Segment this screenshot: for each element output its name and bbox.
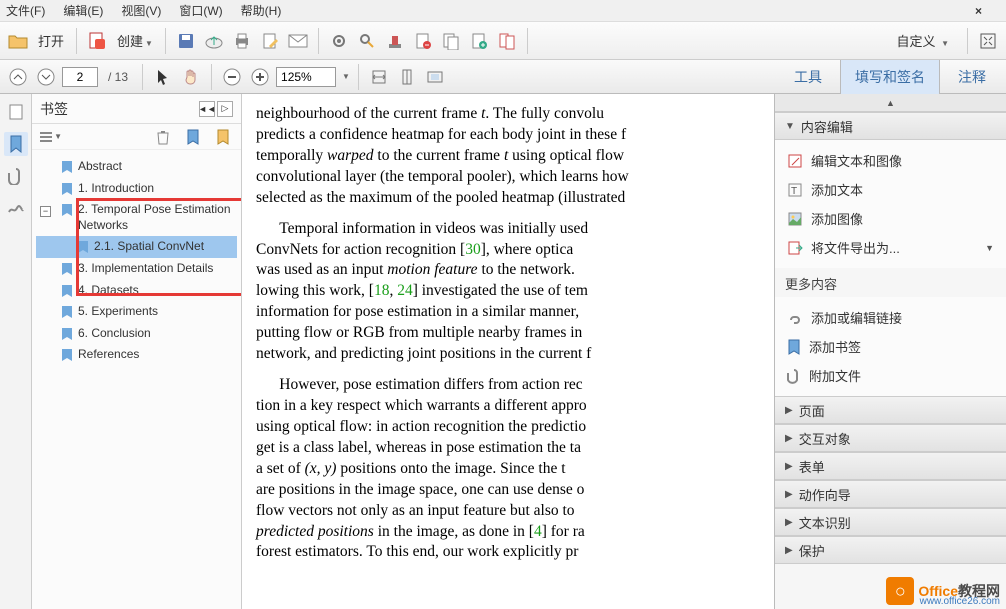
fit-width-icon[interactable] [367,65,391,89]
section-page[interactable]: ▶页面 [775,396,1006,424]
print-icon[interactable] [230,29,254,53]
bookmark-section-4[interactable]: 4. Datasets [36,280,237,302]
bookmark-next-icon[interactable]: ▷ [217,101,233,117]
hand-tool-icon[interactable] [179,65,203,89]
left-sidebar-strip [0,94,32,609]
page-down-icon[interactable] [34,65,58,89]
stamp-icon[interactable] [383,29,407,53]
gear-icon[interactable] [327,29,351,53]
page-add-icon[interactable] [467,29,491,53]
fullscreen-icon[interactable] [976,29,1000,53]
bookmark-references[interactable]: References [36,344,237,366]
zoom-dropdown-icon[interactable]: ▼ [342,72,350,81]
fit-page-icon[interactable] [395,65,419,89]
bookmark-expand-icon[interactable] [211,125,235,149]
customize-button[interactable]: 自定义 ▼ [886,31,959,50]
create-button[interactable]: 创建▼ [113,31,157,50]
attachments-panel-icon[interactable] [4,164,28,188]
menu-help[interactable]: 帮助(H) [241,2,282,19]
bookmark-abstract[interactable]: Abstract [36,156,237,178]
watermark-logo-icon: ○ [886,577,914,605]
more-content-label: 更多内容 [775,268,1006,297]
open-button[interactable]: 打开 [34,31,68,50]
section-text-recognition[interactable]: ▶文本识别 [775,508,1006,536]
page-delete-icon[interactable] [411,29,435,53]
menu-bar: 文件(F) 编辑(E) 视图(V) 窗口(W) 帮助(H) × [0,0,1006,22]
zoom-out-icon[interactable] [220,65,244,89]
menu-file[interactable]: 文件(F) [6,2,45,19]
section-content-edit[interactable]: ▼内容编辑 [775,112,1006,140]
menu-window[interactable]: 窗口(W) [179,2,222,19]
thumbnails-panel-icon[interactable] [4,100,28,124]
page-content: neighbourhood of the current frame t. Th… [242,94,774,609]
section-action-wizard[interactable]: ▶动作向导 [775,480,1006,508]
bookmark-section-2-1[interactable]: 2.1. Spatial ConvNet [36,236,237,258]
navigation-toolbar: / 13 ▼ 工具 填写和签名 注释 [0,60,1006,94]
main-area: 书签 ◄◄ ▷ ▼ Abstract 1. Introduction − 2. … [0,94,1006,609]
tools-panel: ▲ ▼内容编辑 编辑文本和图像 T添加文本 添加图像 将文件导出为...▼ 更多… [774,94,1006,609]
add-bookmark-button[interactable]: 添加书签 [775,332,1006,361]
page-total-label: / 13 [108,70,128,84]
bookmark-introduction[interactable]: 1. Introduction [36,178,237,200]
export-file-button[interactable]: 将文件导出为...▼ [775,233,1006,262]
bookmarks-tree: Abstract 1. Introduction − 2. Temporal P… [32,150,241,609]
add-link-button[interactable]: 添加或编辑链接 [775,303,1006,332]
bookmark-section-6[interactable]: 6. Conclusion [36,323,237,345]
create-pdf-icon[interactable] [85,29,109,53]
bookmark-prev-icon[interactable]: ◄◄ [199,101,215,117]
close-icon[interactable]: × [975,4,982,18]
bookmarks-panel-icon[interactable] [4,132,28,156]
menu-edit[interactable]: 编辑(E) [63,2,103,19]
svg-text:T: T [791,186,797,197]
main-toolbar: 打开 创建▼ 自定义 ▼ [0,22,1006,60]
bookmarks-title: 书签 [40,99,197,119]
save-icon[interactable] [174,29,198,53]
document-viewport[interactable]: neighbourhood of the current frame t. Th… [242,94,774,609]
edit-text-image-button[interactable]: 编辑文本和图像 [775,146,1006,175]
tab-tools[interactable]: 工具 [780,60,836,94]
panel-collapse-icon[interactable]: ▲ [775,94,1006,112]
tab-fill-sign[interactable]: 填写和签名 [840,60,940,94]
add-image-button[interactable]: 添加图像 [775,204,1006,233]
bookmark-section-5[interactable]: 5. Experiments [36,301,237,323]
gear-wrench-icon[interactable] [355,29,379,53]
select-tool-icon[interactable] [151,65,175,89]
zoom-in-icon[interactable] [248,65,272,89]
page-number-input[interactable] [62,67,98,87]
menu-view[interactable]: 视图(V) [121,2,161,19]
bookmarks-panel: 书签 ◄◄ ▷ ▼ Abstract 1. Introduction − 2. … [32,94,242,609]
section-protect[interactable]: ▶保护 [775,536,1006,564]
email-icon[interactable] [286,29,310,53]
bookmark-collapse-toggle[interactable]: − [40,206,51,217]
edit-page-icon[interactable] [258,29,282,53]
cloud-icon[interactable] [202,29,226,53]
add-text-button[interactable]: T添加文本 [775,175,1006,204]
bookmark-section-2[interactable]: 2. Temporal Pose Estimation Networks [36,199,237,236]
bookmark-options-icon[interactable]: ▼ [38,125,62,149]
open-file-icon[interactable] [6,29,30,53]
bookmarks-toolbar: ▼ [32,124,241,150]
attach-file-button[interactable]: 附加文件 [775,361,1006,390]
page-compare-icon[interactable] [495,29,519,53]
signatures-panel-icon[interactable] [4,196,28,220]
page-up-icon[interactable] [6,65,30,89]
section-form[interactable]: ▶表单 [775,452,1006,480]
delete-bookmark-icon[interactable] [151,125,175,149]
section-interactive[interactable]: ▶交互对象 [775,424,1006,452]
page-extract-icon[interactable] [439,29,463,53]
zoom-level-select[interactable] [276,67,336,87]
watermark: ○ Office教程网 www.office26.com [886,577,1000,605]
new-bookmark-icon[interactable] [181,125,205,149]
reading-mode-icon[interactable] [423,65,447,89]
tab-comment[interactable]: 注释 [944,60,1000,94]
bookmark-section-3[interactable]: 3. Implementation Details [36,258,237,280]
